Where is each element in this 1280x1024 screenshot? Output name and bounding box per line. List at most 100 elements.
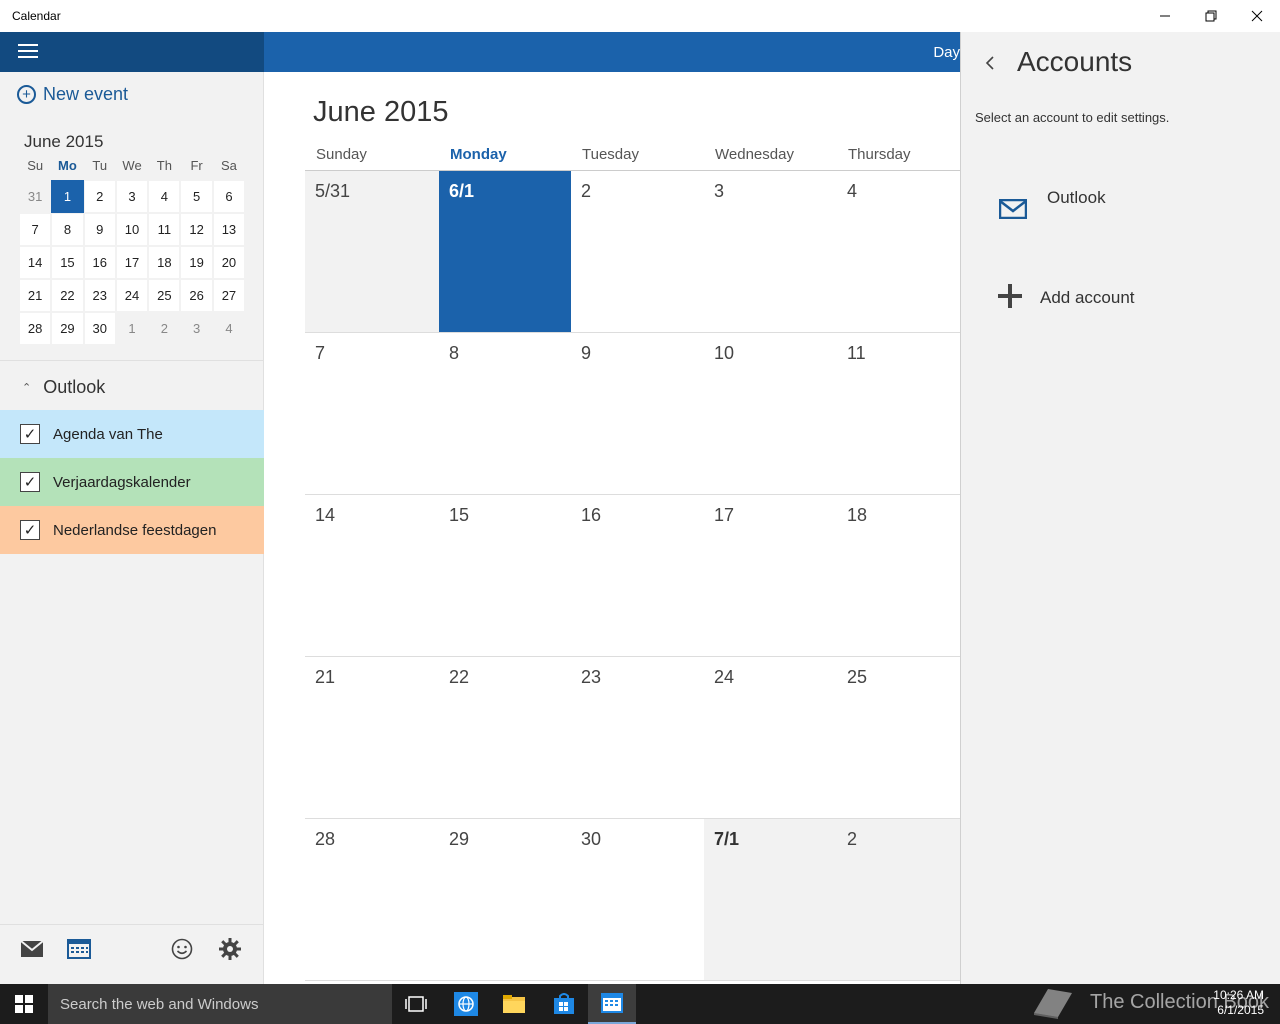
hamburger-icon[interactable] bbox=[18, 44, 38, 60]
calendar-list-item[interactable]: ✓ Agenda van The bbox=[0, 410, 264, 458]
mini-weekday: Tu bbox=[92, 158, 108, 173]
back-button[interactable] bbox=[985, 54, 995, 77]
day-cell[interactable]: 9 bbox=[571, 333, 704, 495]
mini-calendar-day[interactable]: 30 bbox=[83, 312, 116, 345]
mini-calendar-day[interactable]: 23 bbox=[83, 279, 116, 312]
day-cell[interactable]: 29 bbox=[439, 819, 571, 981]
calendar-list-item[interactable]: ✓ Nederlandse feestdagen bbox=[0, 506, 264, 554]
mini-calendar-day[interactable]: 13 bbox=[212, 213, 246, 246]
day-view-button[interactable]: Day bbox=[933, 44, 960, 61]
flyout-subtitle: Select an account to edit settings. bbox=[975, 110, 1170, 125]
mini-calendar-day[interactable]: 18 bbox=[148, 246, 181, 279]
mini-calendar-day[interactable]: 20 bbox=[212, 246, 246, 279]
checkbox-checked-icon[interactable]: ✓ bbox=[20, 424, 40, 444]
mini-calendar-day[interactable]: 11 bbox=[148, 213, 181, 246]
day-cell[interactable]: 5/31 bbox=[305, 171, 439, 333]
mail-nav-button[interactable] bbox=[18, 935, 46, 963]
day-cell[interactable]: 7 bbox=[305, 333, 439, 495]
day-cell[interactable]: 11 bbox=[837, 333, 960, 495]
mini-calendar-day[interactable]: 19 bbox=[180, 246, 213, 279]
mini-calendar-title[interactable]: June 2015 bbox=[24, 132, 103, 152]
mini-calendar-grid: 31 1 2 3 4 5 6 7 8 9 10 11 12 13 14 15 16 17 18 19 20 21 22 23 2… bbox=[19, 180, 246, 345]
close-button[interactable] bbox=[1234, 0, 1280, 32]
mini-calendar-day[interactable]: 17 bbox=[115, 246, 149, 279]
mini-calendar-day[interactable]: 4 bbox=[148, 180, 181, 213]
mini-calendar-day[interactable]: 9 bbox=[83, 213, 116, 246]
day-cell[interactable]: 21 bbox=[305, 657, 439, 819]
day-cell[interactable]: 8 bbox=[439, 333, 571, 495]
mini-calendar-day[interactable]: 1 bbox=[51, 180, 84, 213]
mini-calendar-day[interactable]: 22 bbox=[51, 279, 84, 312]
new-event-button[interactable]: + New event bbox=[17, 84, 128, 105]
mini-calendar-day[interactable]: 14 bbox=[19, 246, 52, 279]
globe-icon bbox=[454, 992, 478, 1016]
store-icon bbox=[554, 993, 574, 1014]
store-button[interactable] bbox=[540, 984, 588, 1024]
mini-calendar-day[interactable]: 15 bbox=[51, 246, 84, 279]
mini-calendar-day[interactable]: 10 bbox=[115, 213, 149, 246]
day-cell[interactable]: 6/1 bbox=[439, 171, 571, 333]
checkbox-checked-icon[interactable]: ✓ bbox=[20, 520, 40, 540]
day-cell[interactable]: 7/1 bbox=[704, 819, 837, 981]
day-cell[interactable]: 3 bbox=[704, 171, 837, 333]
mini-calendar-day[interactable]: 6 bbox=[212, 180, 246, 213]
browser-button[interactable] bbox=[442, 984, 490, 1024]
day-cell[interactable]: 14 bbox=[305, 495, 439, 657]
mini-calendar-day[interactable]: 16 bbox=[83, 246, 116, 279]
calendar-app-button[interactable] bbox=[588, 984, 636, 1024]
day-cell[interactable]: 4 bbox=[837, 171, 960, 333]
restore-button[interactable] bbox=[1188, 0, 1234, 32]
day-cell[interactable]: 23 bbox=[571, 657, 704, 819]
day-cell[interactable]: 10 bbox=[704, 333, 837, 495]
mini-calendar-day[interactable]: 21 bbox=[19, 279, 52, 312]
mini-calendar-day[interactable]: 28 bbox=[19, 312, 52, 345]
day-cell[interactable]: 30 bbox=[571, 819, 704, 981]
mini-calendar-day[interactable]: 5 bbox=[180, 180, 213, 213]
day-cell[interactable]: 2 bbox=[571, 171, 704, 333]
month-grid: 5/31 6/1 2 3 4 7 8 9 10 11 14 15 16 17 18 21 22 23 24 25 28 2… bbox=[305, 170, 960, 982]
day-cell[interactable]: 2 bbox=[837, 819, 960, 981]
mini-calendar-day[interactable]: 29 bbox=[51, 312, 84, 345]
task-view-button[interactable] bbox=[392, 984, 440, 1024]
calendar-list-item[interactable]: ✓ Verjaardagskalender bbox=[0, 458, 264, 506]
day-number: 8 bbox=[449, 343, 460, 363]
taskbar-search[interactable]: Search the web and Windows bbox=[48, 984, 392, 1024]
day-cell[interactable]: 28 bbox=[305, 819, 439, 981]
smiley-icon bbox=[171, 938, 193, 960]
group-label: Outlook bbox=[43, 377, 106, 397]
mini-calendar-day[interactable]: 31 bbox=[19, 180, 52, 213]
feedback-button[interactable] bbox=[168, 935, 196, 963]
minimize-button[interactable] bbox=[1142, 0, 1188, 32]
mini-calendar-day[interactable]: 24 bbox=[115, 279, 149, 312]
mini-calendar-day[interactable]: 3 bbox=[180, 312, 213, 345]
day-number: 6/1 bbox=[449, 181, 475, 201]
settings-button[interactable] bbox=[216, 935, 244, 963]
day-number: 7/1 bbox=[714, 829, 740, 849]
day-cell[interactable]: 15 bbox=[439, 495, 571, 657]
day-cell[interactable]: 24 bbox=[704, 657, 837, 819]
mini-calendar-day[interactable]: 3 bbox=[115, 180, 149, 213]
day-cell[interactable]: 17 bbox=[704, 495, 837, 657]
mini-calendar-day[interactable]: 2 bbox=[148, 312, 181, 345]
start-button[interactable] bbox=[0, 984, 48, 1024]
mini-calendar-day[interactable]: 2 bbox=[83, 180, 116, 213]
day-cell[interactable]: 25 bbox=[837, 657, 960, 819]
day-number: 3 bbox=[714, 181, 725, 201]
day-number: 2 bbox=[581, 181, 592, 201]
mini-calendar-day[interactable]: 1 bbox=[115, 312, 149, 345]
day-cell[interactable]: 22 bbox=[439, 657, 571, 819]
checkbox-checked-icon[interactable]: ✓ bbox=[20, 472, 40, 492]
mini-calendar-day[interactable]: 4 bbox=[212, 312, 246, 345]
mini-calendar-day[interactable]: 26 bbox=[180, 279, 213, 312]
mini-calendar-day[interactable]: 12 bbox=[180, 213, 213, 246]
mini-calendar-day[interactable]: 8 bbox=[51, 213, 84, 246]
file-explorer-button[interactable] bbox=[490, 984, 538, 1024]
day-cell[interactable]: 16 bbox=[571, 495, 704, 657]
day-cell[interactable]: 18 bbox=[837, 495, 960, 657]
mini-calendar-day[interactable]: 27 bbox=[212, 279, 246, 312]
day-number: 14 bbox=[315, 505, 336, 525]
mini-calendar-day[interactable]: 7 bbox=[19, 213, 52, 246]
mini-calendar-day[interactable]: 25 bbox=[148, 279, 181, 312]
calendar-nav-button[interactable] bbox=[65, 935, 93, 963]
outlook-group-header[interactable]: ⌃ Outlook bbox=[22, 377, 105, 398]
